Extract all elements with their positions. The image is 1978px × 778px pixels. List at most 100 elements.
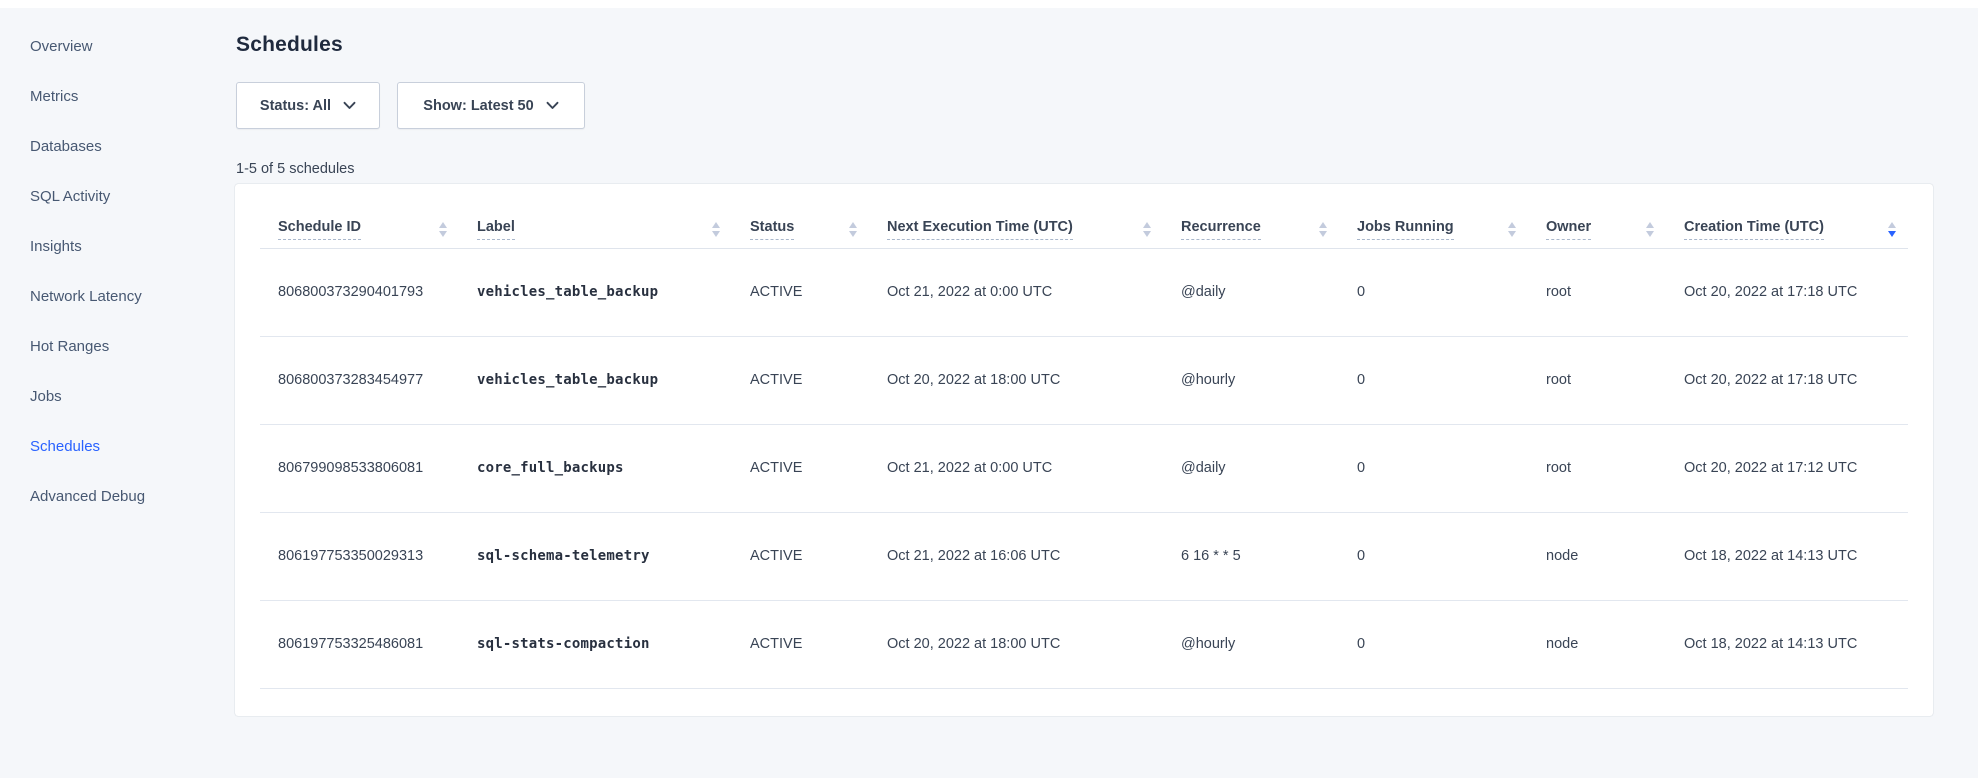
sidebar-item[interactable]: Overview xyxy=(0,21,235,71)
schedule-label-cell: vehicles_table_backup xyxy=(459,248,732,336)
sidebar-item-label: Insights xyxy=(30,238,82,255)
next-execution-cell: Oct 20, 2022 at 18:00 UTC xyxy=(869,336,1163,424)
sidebar-item[interactable]: Metrics xyxy=(0,71,235,121)
column-header-label: Jobs Running xyxy=(1357,219,1454,240)
recurrence-cell: 6 16 * * 5 xyxy=(1163,512,1339,600)
table-header-row: Schedule ID Label xyxy=(260,184,1908,248)
status-cell: ACTIVE xyxy=(732,600,869,688)
sidebar-item-label: SQL Activity xyxy=(30,188,110,205)
sidebar-item-label: Metrics xyxy=(30,88,78,105)
owner-cell: node xyxy=(1528,600,1666,688)
chevron-down-icon xyxy=(343,101,356,110)
table-row: 806800373290401793 vehicles_table_backup… xyxy=(260,248,1908,336)
sort-desc-triangle-icon xyxy=(1319,231,1327,237)
schedule-label-cell: sql-stats-compaction xyxy=(459,600,732,688)
creation-time-cell: Oct 20, 2022 at 17:12 UTC xyxy=(1666,424,1908,512)
column-header[interactable]: Jobs Running xyxy=(1339,184,1528,248)
top-edge-strip xyxy=(0,0,1978,8)
sidebar-item-label: Schedules xyxy=(30,438,100,455)
column-header-label: Status xyxy=(750,219,794,240)
sidebar-item[interactable]: Network Latency xyxy=(0,271,235,321)
sort-desc-triangle-icon xyxy=(1508,231,1516,237)
sidebar-item[interactable]: Databases xyxy=(0,121,235,171)
table-row: 806197753325486081 sql-stats-compaction … xyxy=(260,600,1908,688)
sidebar-item[interactable]: SQL Activity xyxy=(0,171,235,221)
sidebar-item-label: Overview xyxy=(30,38,93,55)
schedules-table-card: Schedule ID Label xyxy=(235,184,1933,716)
sort-desc-triangle-icon xyxy=(712,231,720,237)
next-execution-cell: Oct 20, 2022 at 18:00 UTC xyxy=(869,600,1163,688)
sort-asc-triangle-icon xyxy=(712,222,720,228)
sidebar-item[interactable]: Hot Ranges xyxy=(0,321,235,371)
column-header-label: Owner xyxy=(1546,219,1591,240)
jobs-running-cell: 0 xyxy=(1339,336,1528,424)
sidebar-item[interactable]: Insights xyxy=(0,221,235,271)
sidebar-item-label: Databases xyxy=(30,138,102,155)
results-count: 1-5 of 5 schedules xyxy=(236,161,1934,177)
sort-desc-triangle-icon xyxy=(439,231,447,237)
table-row: 806799098533806081 core_full_backups ACT… xyxy=(260,424,1908,512)
status-cell: ACTIVE xyxy=(732,248,869,336)
page-title: Schedules xyxy=(236,33,1934,57)
sort-icon xyxy=(1319,222,1327,237)
status-filter-label: Status: All xyxy=(260,98,331,114)
table-header: Schedule ID Label xyxy=(260,184,1908,248)
schedule-id-cell: 806197753350029313 xyxy=(260,512,459,600)
recurrence-cell: @hourly xyxy=(1163,600,1339,688)
creation-time-cell: Oct 20, 2022 at 17:18 UTC xyxy=(1666,248,1908,336)
owner-cell: root xyxy=(1528,336,1666,424)
main-content: Schedules Status: All Show: Latest 50 1-… xyxy=(235,8,1978,716)
status-cell: ACTIVE xyxy=(732,424,869,512)
next-execution-cell: Oct 21, 2022 at 16:06 UTC xyxy=(869,512,1163,600)
schedule-label-cell: vehicles_table_backup xyxy=(459,336,732,424)
owner-cell: root xyxy=(1528,424,1666,512)
sort-desc-triangle-icon xyxy=(849,231,857,237)
column-header[interactable]: Label xyxy=(459,184,732,248)
chevron-down-icon xyxy=(546,101,559,110)
sort-asc-triangle-icon xyxy=(1888,222,1896,228)
recurrence-cell: @daily xyxy=(1163,424,1339,512)
jobs-running-cell: 0 xyxy=(1339,248,1528,336)
column-header[interactable]: Recurrence xyxy=(1163,184,1339,248)
sort-icon xyxy=(849,222,857,237)
sort-asc-triangle-icon xyxy=(439,222,447,228)
schedule-label-cell: core_full_backups xyxy=(459,424,732,512)
sort-icon xyxy=(1646,222,1654,237)
sidebar-item[interactable]: Jobs xyxy=(0,371,235,421)
status-filter-dropdown[interactable]: Status: All xyxy=(236,82,380,129)
schedule-id-cell: 806197753325486081 xyxy=(260,600,459,688)
sort-asc-triangle-icon xyxy=(1143,222,1151,228)
column-header[interactable]: Next Execution Time (UTC) xyxy=(869,184,1163,248)
table-body: 806800373290401793 vehicles_table_backup… xyxy=(260,248,1908,688)
column-header[interactable]: Owner xyxy=(1528,184,1666,248)
next-execution-cell: Oct 21, 2022 at 0:00 UTC xyxy=(869,248,1163,336)
sidebar-item-label: Hot Ranges xyxy=(30,338,109,355)
column-header[interactable]: Schedule ID xyxy=(260,184,459,248)
recurrence-cell: @hourly xyxy=(1163,336,1339,424)
recurrence-cell: @daily xyxy=(1163,248,1339,336)
status-cell: ACTIVE xyxy=(732,512,869,600)
owner-cell: node xyxy=(1528,512,1666,600)
schedule-label-cell: sql-schema-telemetry xyxy=(459,512,732,600)
show-filter-dropdown[interactable]: Show: Latest 50 xyxy=(397,82,585,129)
sort-desc-triangle-icon xyxy=(1888,231,1896,237)
schedule-id-cell: 806800373290401793 xyxy=(260,248,459,336)
sort-asc-triangle-icon xyxy=(1319,222,1327,228)
sidebar-item[interactable]: Advanced Debug xyxy=(0,471,235,521)
sidebar-item[interactable]: Schedules xyxy=(0,421,235,471)
column-header[interactable]: Status xyxy=(732,184,869,248)
sort-icon xyxy=(1143,222,1151,237)
owner-cell: root xyxy=(1528,248,1666,336)
sidebar: Overview Metrics Databases SQL Activity … xyxy=(0,8,235,521)
creation-time-cell: Oct 18, 2022 at 14:13 UTC xyxy=(1666,512,1908,600)
jobs-running-cell: 0 xyxy=(1339,512,1528,600)
sort-icon xyxy=(712,222,720,237)
sort-asc-triangle-icon xyxy=(849,222,857,228)
sidebar-item-label: Advanced Debug xyxy=(30,488,145,505)
sort-desc-triangle-icon xyxy=(1143,231,1151,237)
sort-icon xyxy=(439,222,447,237)
sort-asc-triangle-icon xyxy=(1508,222,1516,228)
column-header[interactable]: Creation Time (UTC) xyxy=(1666,184,1908,248)
sidebar-item-label: Jobs xyxy=(30,388,62,405)
column-header-label: Label xyxy=(477,219,515,240)
